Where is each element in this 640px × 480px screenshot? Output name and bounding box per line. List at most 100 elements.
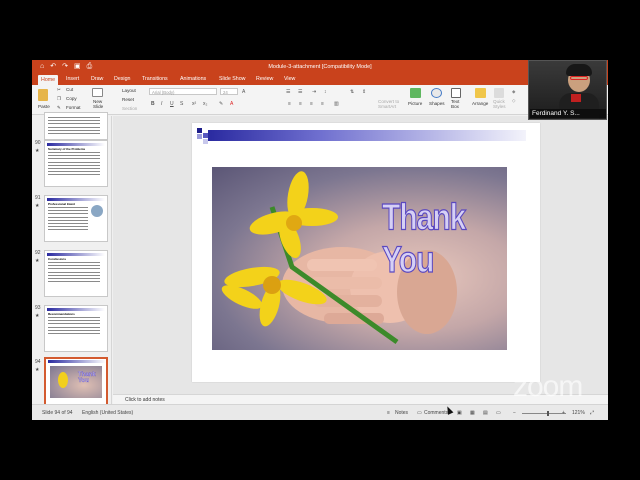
- text-direction-icon[interactable]: ⇅: [350, 89, 354, 95]
- zoom-slider-thumb[interactable]: [547, 411, 549, 416]
- ribbon-tabs: Home Insert Draw Design Transitions Anim…: [32, 74, 608, 85]
- font-color-icon[interactable]: A: [230, 101, 233, 107]
- format-painter-button[interactable]: Format: [66, 105, 81, 110]
- highlight-icon[interactable]: ✎: [219, 101, 223, 107]
- font-size-select[interactable]: 24: [220, 88, 238, 95]
- decor-square: [203, 139, 208, 144]
- tab-draw[interactable]: Draw: [91, 76, 103, 82]
- section-button[interactable]: Section: [122, 106, 137, 111]
- participant-name: Ferdinand Y. S...: [530, 109, 606, 118]
- justify-icon[interactable]: ≡: [321, 101, 324, 107]
- underline-icon[interactable]: U: [170, 101, 174, 107]
- reading-view-icon[interactable]: ▤: [483, 410, 488, 416]
- picture-button[interactable]: Picture: [408, 101, 422, 106]
- thank-you-wordart[interactable]: Thank You: [382, 196, 507, 282]
- slide-number: 91: [35, 195, 41, 201]
- slide-sorter-icon[interactable]: ▦: [470, 410, 475, 416]
- tab-design[interactable]: Design: [114, 76, 131, 82]
- current-slide[interactable]: Thank You: [192, 123, 540, 382]
- slide-counter: Slide 94 of 94: [42, 410, 73, 416]
- slideshow-view-icon[interactable]: ▭: [496, 410, 501, 416]
- tab-animations[interactable]: Animations: [180, 76, 206, 82]
- title-bar: ⌂ ↶ ↷ ▣ ⎙ Module-3-attachment [Compatibi…: [32, 60, 608, 74]
- zoom-in-icon[interactable]: +: [562, 410, 565, 416]
- thumbnail-title: Summary of the Problems: [48, 147, 86, 151]
- slide-photo[interactable]: Thank You: [212, 167, 507, 350]
- zoom-slider[interactable]: [522, 411, 566, 416]
- document-title: Module-3-attachment [Compatibility Mode]: [268, 64, 372, 70]
- paste-icon: [38, 89, 48, 101]
- tab-view[interactable]: View: [284, 76, 295, 82]
- copy-button[interactable]: Copy: [66, 96, 77, 101]
- reset-button[interactable]: Reset: [122, 97, 134, 102]
- new-slide-button[interactable]: New Slide: [93, 99, 103, 109]
- notes-toggle-button[interactable]: Notes: [395, 410, 408, 416]
- columns-icon[interactable]: ▥: [334, 101, 339, 107]
- subscript-icon[interactable]: x₂: [203, 101, 207, 107]
- tab-slide-show[interactable]: Slide Show: [219, 76, 246, 82]
- font-grow-icon[interactable]: A: [242, 89, 245, 95]
- copy-icon: ❐: [57, 96, 62, 101]
- align-text-icon[interactable]: ⇕: [362, 89, 366, 95]
- slide-number: 92: [35, 250, 41, 256]
- paste-button[interactable]: Paste: [38, 104, 50, 109]
- new-slide-icon: [92, 88, 103, 97]
- italic-icon[interactable]: I: [161, 101, 162, 107]
- star-icon: ★: [35, 258, 40, 264]
- font-name-select[interactable]: Arial (Body): [149, 88, 217, 95]
- comments-toggle-button[interactable]: Comments: [424, 410, 448, 416]
- text-box-button[interactable]: Text Box: [451, 99, 459, 109]
- superscript-icon[interactable]: x²: [192, 101, 196, 107]
- slide-thumbnail-89[interactable]: [44, 112, 108, 140]
- slide-number: 93: [35, 305, 41, 311]
- cut-icon: ✂: [57, 87, 61, 92]
- language-indicator[interactable]: English (United States): [82, 410, 133, 416]
- participant-collar: [571, 94, 581, 102]
- bullets-icon[interactable]: ☰: [286, 89, 290, 95]
- tab-review[interactable]: Review: [256, 76, 273, 82]
- bold-icon[interactable]: B: [151, 101, 155, 107]
- thumbnail-title: Thank You: [78, 372, 96, 384]
- slide-thumbnail-93[interactable]: Recommendations: [44, 305, 108, 352]
- status-bar: Slide 94 of 94 English (United States) ≡…: [32, 404, 608, 420]
- slide-thumbnail-91[interactable]: Professional Intent: [44, 195, 108, 242]
- slide-thumbnail-92[interactable]: Conclusions: [44, 250, 108, 297]
- star-icon: ★: [35, 367, 40, 373]
- align-center-icon[interactable]: ≡: [299, 101, 302, 107]
- tab-insert[interactable]: Insert: [66, 76, 79, 82]
- quick-styles-button[interactable]: Quick Styles: [493, 99, 506, 109]
- cut-button[interactable]: Cut: [66, 87, 73, 92]
- align-right-icon[interactable]: ≡: [310, 101, 313, 107]
- tab-home[interactable]: Home: [38, 75, 59, 85]
- align-left-icon[interactable]: ≡: [288, 101, 291, 107]
- notes-icon: ≡: [387, 410, 390, 416]
- shape-fill-icon[interactable]: ◆: [512, 89, 516, 95]
- thumbnail-graphic: [91, 205, 103, 217]
- zoom-out-icon[interactable]: −: [513, 410, 516, 416]
- tab-transitions[interactable]: Transitions: [142, 76, 168, 82]
- shapes-button[interactable]: Shapes: [429, 101, 445, 106]
- normal-view-icon[interactable]: ▣: [457, 410, 462, 416]
- arrange-button[interactable]: Arrange: [472, 101, 488, 106]
- decor-square: [197, 134, 202, 139]
- slide-thumbnail-94[interactable]: Thank You: [44, 357, 108, 407]
- shape-outline-icon[interactable]: ◇: [512, 98, 516, 104]
- powerpoint-window: ⌂ ↶ ↷ ▣ ⎙ Module-3-attachment [Compatibi…: [32, 60, 608, 420]
- participant-video-tile[interactable]: Ferdinand Y. S...: [528, 60, 607, 120]
- numbering-icon[interactable]: ☰: [298, 89, 302, 95]
- thumbnail-photo: Thank You: [50, 366, 102, 398]
- indent-icon[interactable]: ⇥: [312, 89, 316, 95]
- fit-slide-icon[interactable]: ⤢: [590, 410, 594, 416]
- slide-editing-area[interactable]: Thank You: [113, 116, 608, 394]
- slide-thumbnails-pane[interactable]: 90 ★ Summary of the Problems 91 ★ Profes…: [32, 112, 112, 407]
- star-icon: ★: [35, 148, 40, 154]
- layout-button[interactable]: Layout: [122, 88, 136, 93]
- slide-number: 94: [35, 359, 41, 365]
- slide-header-bar: [208, 130, 526, 141]
- slide-thumbnail-90[interactable]: Summary of the Problems: [44, 140, 108, 187]
- thumbnail-title: Recommendations: [48, 312, 75, 316]
- line-spacing-icon[interactable]: ↕: [324, 89, 327, 95]
- zoom-level[interactable]: 121%: [572, 410, 585, 416]
- strikethrough-icon[interactable]: S: [180, 101, 183, 107]
- convert-smartart-button[interactable]: Convert to SmartArt: [378, 99, 399, 109]
